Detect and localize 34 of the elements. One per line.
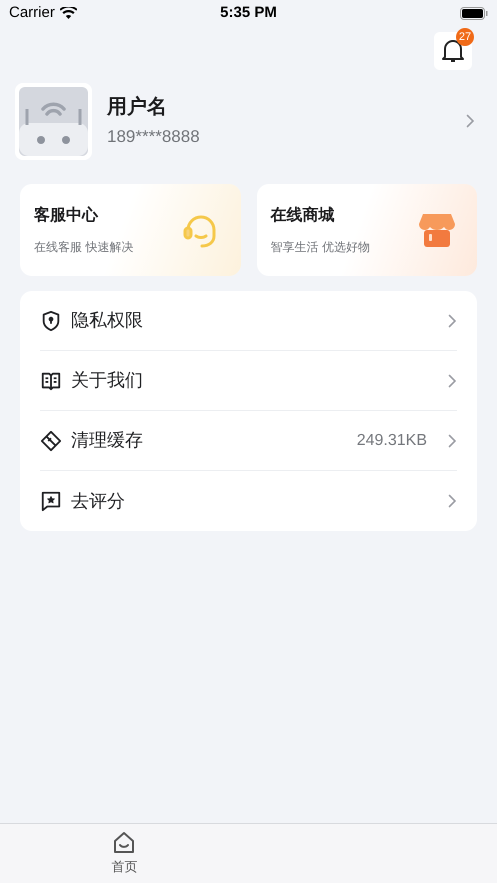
- tab[interactable]: 首页: [0, 824, 248, 883]
- card-title: 在线商城: [270, 205, 336, 226]
- phone-number: 189****8888: [107, 126, 201, 148]
- menu-item[interactable]: 去评分: [40, 471, 457, 531]
- user-name: 用户名: [107, 94, 168, 120]
- card-subtitle: 智享生活 优选好物: [270, 239, 370, 256]
- menu-item[interactable]: 关于我们: [40, 351, 457, 411]
- shortcut-card[interactable]: 在线商城 智享生活 优选好物: [256, 184, 477, 276]
- shortcut-card[interactable]: 客服中心 在线客服 快速解决: [20, 184, 240, 276]
- menu-label: 隐私权限: [71, 309, 144, 332]
- profile-row[interactable]: 用户名 189****8888: [0, 82, 497, 160]
- chevron-right-icon: [448, 434, 457, 448]
- notification-badge: 27: [456, 28, 474, 46]
- battery-icon: [460, 6, 488, 20]
- menu-item[interactable]: 清理缓存 249.31KB: [40, 411, 457, 471]
- card-subtitle: 在线客服 快速解决: [34, 239, 134, 256]
- menu-item[interactable]: 隐私权限: [40, 291, 457, 351]
- chevron-right-icon: [448, 374, 457, 388]
- menu-label: 关于我们: [71, 369, 144, 392]
- chevron-right-icon: [448, 494, 457, 508]
- wifi-icon: [60, 7, 77, 19]
- bell-icon: [441, 38, 465, 64]
- menu-label: 清理缓存: [71, 429, 144, 452]
- shield-icon: [40, 310, 62, 332]
- clock-time: 5:35 PM: [219, 2, 278, 23]
- carrier-label: Carrier: [9, 2, 55, 23]
- chevron-right-icon: [448, 314, 457, 328]
- star-message-icon: [40, 490, 62, 512]
- card-title: 客服中心: [34, 205, 100, 226]
- chevron-right-icon: [466, 114, 475, 128]
- cache-size: 249.31KB: [356, 430, 427, 450]
- home-icon: [112, 831, 136, 854]
- eraser-icon: [40, 430, 62, 452]
- menu-label: 去评分: [71, 490, 126, 512]
